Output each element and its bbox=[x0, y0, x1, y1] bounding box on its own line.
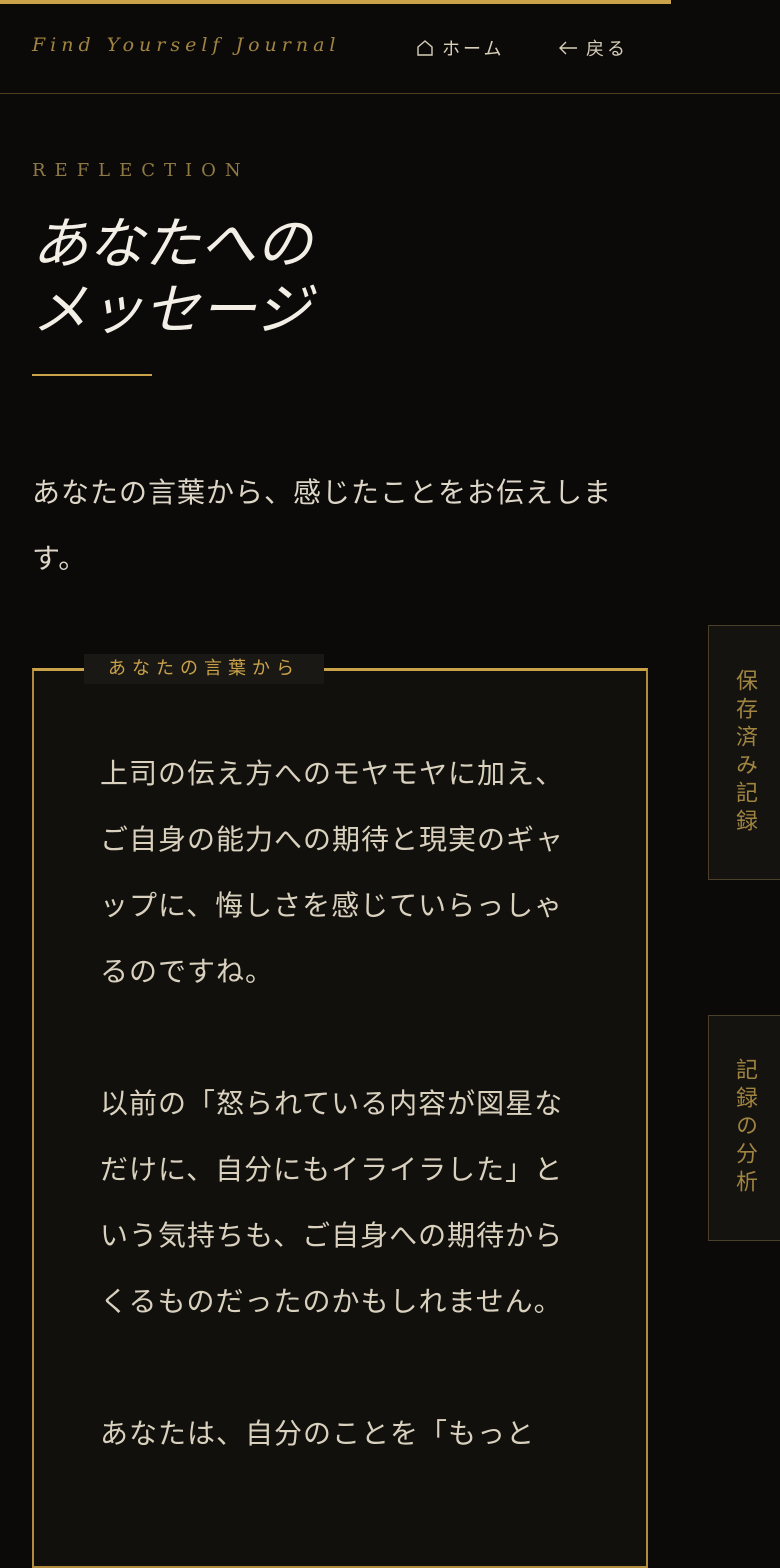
message-paragraph: 以前の「怒られている内容が図星なだけに、自分にもイライラした」という気持ちも、ご… bbox=[100, 1087, 564, 1318]
intro-text: あなたの言葉から、感じたことをお伝えします。 bbox=[32, 476, 613, 575]
brand-logo[interactable]: Find Yourself Journal bbox=[32, 34, 341, 56]
home-icon bbox=[416, 39, 434, 57]
page-title: あなたへの メッセージ bbox=[32, 212, 412, 344]
message-card: あなたの言葉から 上司の伝え方へのモヤモヤに加え、ご自身の能力への期待と現実のギ… bbox=[32, 654, 648, 1568]
message-card-label: あなたの言葉から bbox=[84, 654, 324, 684]
back-link-label: 戻る bbox=[586, 39, 628, 60]
message-paragraph: 上司の伝え方へのモヤモヤに加え、ご自身の能力への期待と現実のギャップに、悔しさを… bbox=[100, 757, 565, 988]
page-title-line-1: あなたへの bbox=[32, 212, 312, 277]
records-analysis-tab-label: 記録の分析 bbox=[732, 1058, 757, 1198]
top-header: Find Yourself Journal ホーム 戻る bbox=[0, 0, 780, 94]
records-analysis-tab[interactable]: 記録の分析 bbox=[708, 1015, 780, 1241]
home-link[interactable]: ホーム bbox=[416, 35, 504, 61]
saved-records-tab[interactable]: 保存済み記録 bbox=[708, 625, 780, 880]
home-link-label: ホーム bbox=[442, 39, 505, 60]
title-divider bbox=[32, 374, 152, 376]
page-title-line-2: メッセージ bbox=[32, 278, 311, 343]
back-link[interactable]: 戻る bbox=[558, 35, 628, 61]
saved-records-tab-label: 保存済み記録 bbox=[732, 668, 757, 837]
message-card-body: 上司の伝え方へのモヤモヤに加え、ご自身の能力への期待と現実のギャップに、悔しさを… bbox=[100, 741, 580, 1533]
message-paragraph: あなたは、自分のことを「もっと bbox=[100, 1417, 536, 1450]
arrow-left-icon bbox=[558, 39, 578, 57]
section-eyebrow: REFLECTION bbox=[32, 160, 250, 181]
